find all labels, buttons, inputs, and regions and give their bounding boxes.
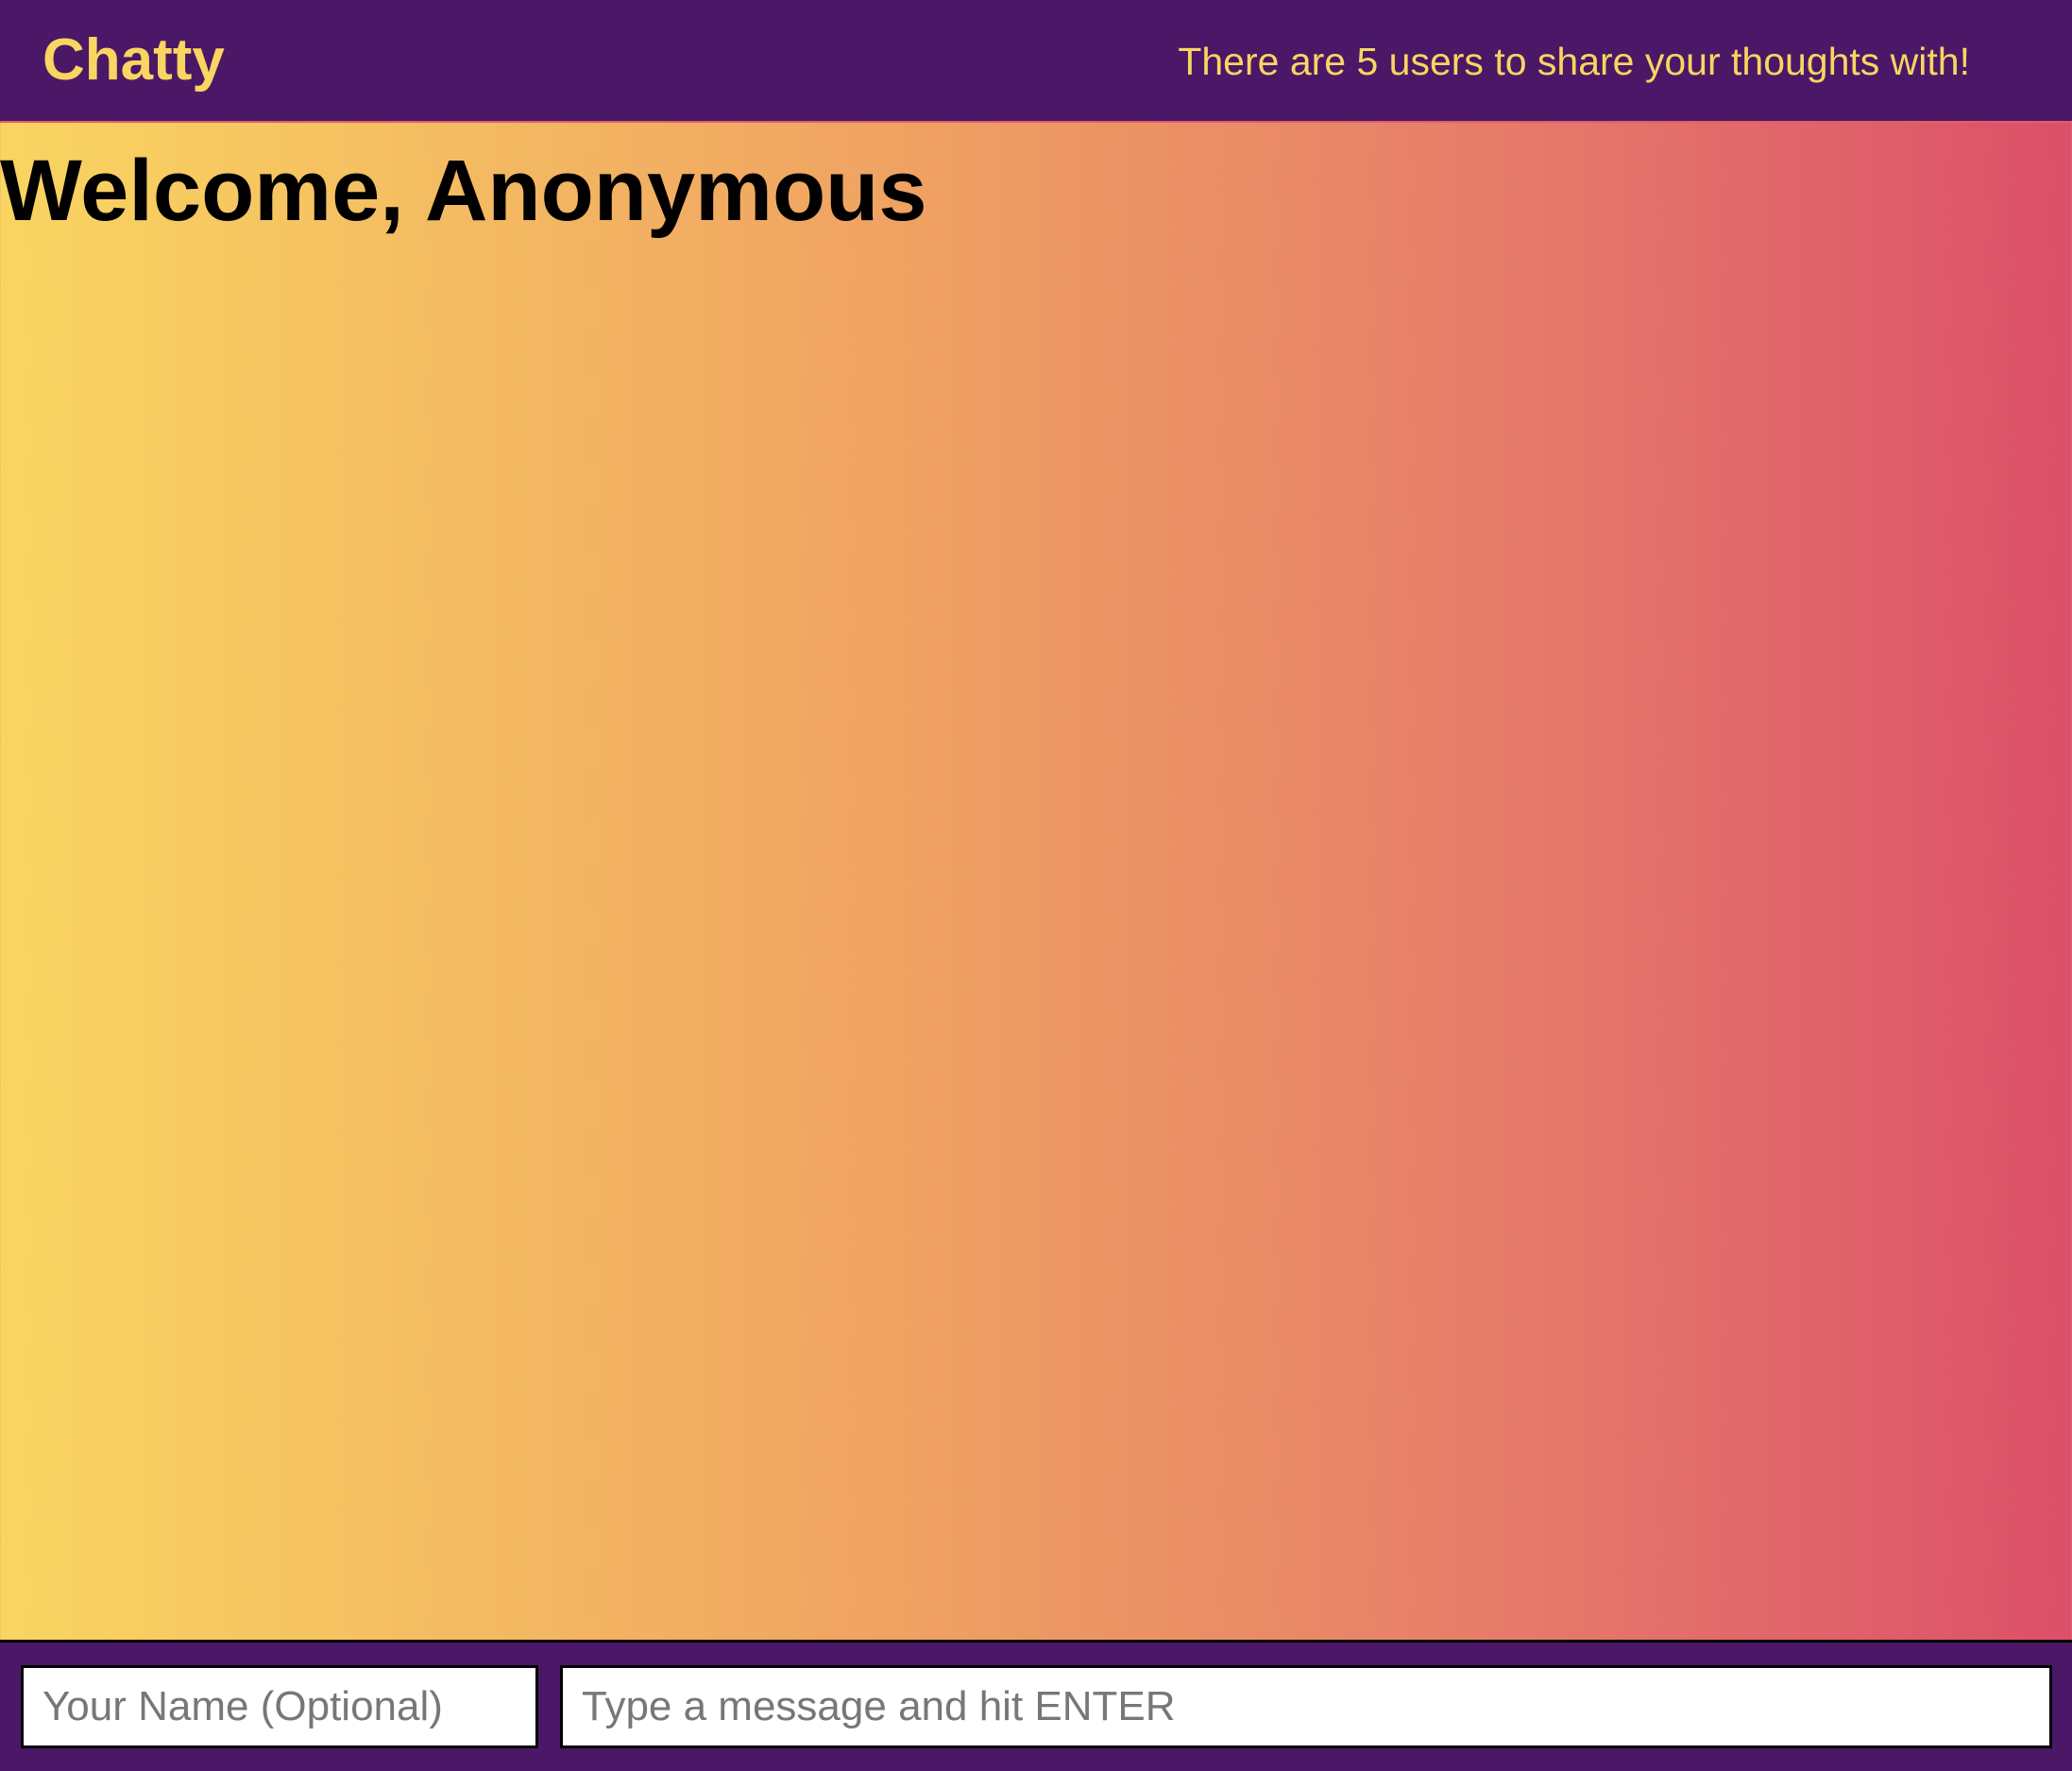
name-input[interactable] — [21, 1665, 538, 1748]
navbar: Chatty There are 5 users to share your t… — [0, 0, 2072, 123]
message-input[interactable] — [560, 1665, 2052, 1748]
welcome-heading: Welcome, Anonymous — [0, 143, 927, 239]
chat-bar — [0, 1640, 2072, 1771]
user-count: There are 5 users to share your thoughts… — [1178, 40, 1970, 83]
app-title[interactable]: Chatty — [42, 26, 225, 94]
